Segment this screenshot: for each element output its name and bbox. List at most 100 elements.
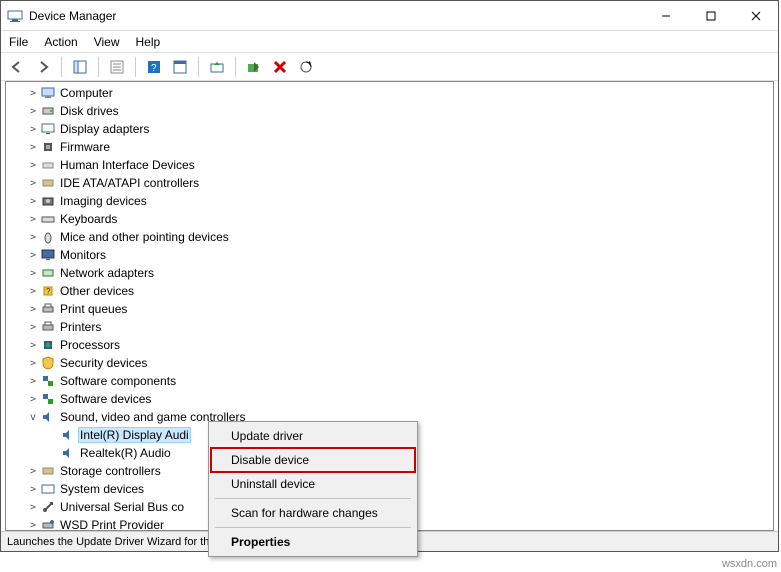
expand-icon[interactable]: > (26, 178, 40, 189)
expand-icon[interactable]: > (26, 358, 40, 369)
properties-button[interactable] (105, 55, 129, 79)
menu-action[interactable]: Action (44, 35, 77, 49)
expand-icon[interactable]: > (26, 250, 40, 261)
wsd-icon (40, 517, 56, 531)
context-uninstall-device[interactable]: Uninstall device (211, 472, 415, 496)
software-icon (40, 373, 56, 389)
tree-node-disk-drives[interactable]: >Disk drives (6, 102, 773, 120)
context-separator (215, 498, 411, 499)
expand-icon[interactable]: > (26, 232, 40, 243)
watermark: wsxdn.com (722, 558, 777, 570)
expand-icon[interactable]: > (26, 88, 40, 99)
show-hide-tree-button[interactable] (68, 55, 92, 79)
back-button[interactable] (5, 55, 29, 79)
other-icon: ? (40, 283, 56, 299)
tree-node-computer[interactable]: >Computer (6, 84, 773, 102)
menu-view[interactable]: View (94, 35, 120, 49)
tree-node-monitors[interactable]: >Monitors (6, 246, 773, 264)
svg-text:?: ? (46, 287, 51, 296)
context-disable-device[interactable]: Disable device (211, 448, 415, 472)
display-icon (40, 121, 56, 137)
svg-text:?: ? (151, 63, 157, 74)
system-icon (40, 481, 56, 497)
menu-file[interactable]: File (9, 35, 28, 49)
disk-icon (40, 103, 56, 119)
expand-icon[interactable]: > (26, 268, 40, 279)
firmware-icon (40, 139, 56, 155)
expand-icon[interactable]: > (26, 304, 40, 315)
network-icon (40, 265, 56, 281)
context-menu: Update driver Disable device Uninstall d… (208, 421, 418, 557)
forward-button[interactable] (31, 55, 55, 79)
expand-icon[interactable]: > (26, 286, 40, 297)
expand-icon[interactable]: > (26, 124, 40, 135)
titlebar: Device Manager (1, 1, 778, 31)
monitor-icon (40, 247, 56, 263)
printer-icon (40, 301, 56, 317)
toolbar-separator (235, 57, 236, 77)
tree-node-keyboards[interactable]: >Keyboards (6, 210, 773, 228)
computer-icon (40, 85, 56, 101)
toolbar-separator (98, 57, 99, 77)
disable-button[interactable] (242, 55, 266, 79)
tree-node-processors[interactable]: >Processors (6, 336, 773, 354)
context-scan-hardware[interactable]: Scan for hardware changes (211, 501, 415, 525)
context-update-driver[interactable]: Update driver (211, 424, 415, 448)
collapse-icon[interactable]: v (26, 412, 40, 423)
tree-node-mice[interactable]: >Mice and other pointing devices (6, 228, 773, 246)
ide-icon (40, 175, 56, 191)
storage-icon (40, 463, 56, 479)
update-driver-button[interactable] (205, 55, 229, 79)
toolbar-separator (61, 57, 62, 77)
expand-icon[interactable]: > (26, 196, 40, 207)
tree-node-print-queues[interactable]: >Print queues (6, 300, 773, 318)
expand-icon[interactable]: > (26, 376, 40, 387)
uninstall-button[interactable] (268, 55, 292, 79)
sound-icon (60, 427, 76, 443)
tree-node-imaging[interactable]: >Imaging devices (6, 192, 773, 210)
tree-node-ide[interactable]: >IDE ATA/ATAPI controllers (6, 174, 773, 192)
tree-node-other[interactable]: >?Other devices (6, 282, 773, 300)
tree-node-display-adapters[interactable]: >Display adapters (6, 120, 773, 138)
action-button[interactable] (168, 55, 192, 79)
context-separator (215, 527, 411, 528)
tree-node-software-components[interactable]: >Software components (6, 372, 773, 390)
scan-hardware-button[interactable] (294, 55, 318, 79)
toolbar-separator (135, 57, 136, 77)
tree-node-printers[interactable]: >Printers (6, 318, 773, 336)
window-controls (643, 1, 778, 30)
expand-icon[interactable]: > (26, 142, 40, 153)
sound-icon (60, 445, 76, 461)
toolbar: ? (1, 53, 778, 81)
menu-help[interactable]: Help (136, 35, 161, 49)
imaging-icon (40, 193, 56, 209)
usb-icon (40, 499, 56, 515)
help-button[interactable]: ? (142, 55, 166, 79)
toolbar-separator (198, 57, 199, 77)
tree-node-software-devices[interactable]: >Software devices (6, 390, 773, 408)
context-properties[interactable]: Properties (211, 530, 415, 554)
expand-icon[interactable]: > (26, 106, 40, 117)
software-icon (40, 391, 56, 407)
expand-icon[interactable]: > (26, 322, 40, 333)
printer-icon (40, 319, 56, 335)
expand-icon[interactable]: > (26, 502, 40, 513)
expand-icon[interactable]: > (26, 520, 40, 531)
sound-icon (40, 409, 56, 425)
tree-node-network[interactable]: >Network adapters (6, 264, 773, 282)
minimize-button[interactable] (643, 1, 688, 30)
close-button[interactable] (733, 1, 778, 30)
maximize-button[interactable] (688, 1, 733, 30)
expand-icon[interactable]: > (26, 466, 40, 477)
processor-icon (40, 337, 56, 353)
tree-node-security[interactable]: >Security devices (6, 354, 773, 372)
expand-icon[interactable]: > (26, 160, 40, 171)
app-icon (7, 8, 23, 24)
expand-icon[interactable]: > (26, 484, 40, 495)
hid-icon (40, 157, 56, 173)
expand-icon[interactable]: > (26, 394, 40, 405)
tree-node-firmware[interactable]: >Firmware (6, 138, 773, 156)
expand-icon[interactable]: > (26, 340, 40, 351)
tree-node-hid[interactable]: >Human Interface Devices (6, 156, 773, 174)
expand-icon[interactable]: > (26, 214, 40, 225)
